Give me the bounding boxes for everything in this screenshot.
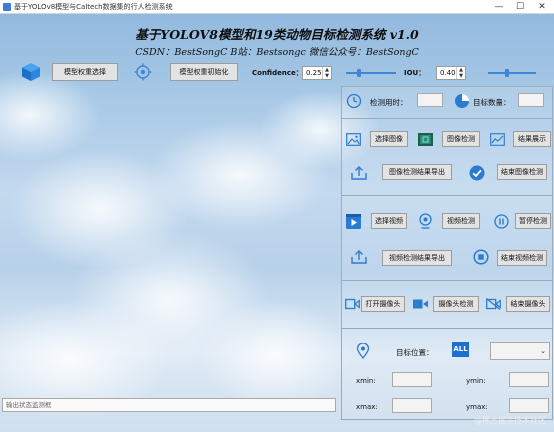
clock-icon [346,93,362,109]
window-title: 基于YOLOv8模型与Caltech数据集的行人检测系统 [14,3,173,11]
init-weights-button[interactable]: 模型权重初始化 [170,63,238,81]
pie-chart-icon [455,94,469,108]
select-video-button[interactable]: 选择视频 [371,213,407,229]
xmax-field [392,398,432,413]
ymax-field [509,398,549,413]
spin-arrows-icon[interactable]: ▲ ▼ [456,67,465,79]
confidence-slider[interactable] [346,69,396,77]
close-camera-button[interactable]: 结束摄像头 [506,296,550,312]
export-video-result-button[interactable]: 视频检测结果导出 [382,250,452,266]
video-file-icon [346,214,361,229]
webcam-icon [419,213,432,229]
select-weights-button[interactable]: 模型权重选择 [52,63,118,81]
xmax-label: xmax: [356,403,378,411]
cloud-decoration [150,120,330,230]
title-bar: 基于YOLOv8模型与Caltech数据集的行人检测系统 — ☐ ✕ [0,0,554,14]
open-camera-button[interactable]: 打开摄像头 [361,296,405,312]
confidence-spinbox[interactable]: 0.25 ▲ ▼ [302,66,332,80]
status-output-box[interactable]: 输出状态监测框 [2,398,336,412]
target-select-dropdown[interactable]: ⌄ [490,342,550,360]
pause-detect-button[interactable]: 暂停检测 [515,213,551,229]
video-camera-icon [345,298,360,310]
line-chart-icon [490,133,505,146]
slider-handle[interactable] [356,69,361,77]
iou-value: 0.40 [440,69,456,77]
stop-video-detect-button[interactable]: 结束视频检测 [497,250,547,266]
export-image-result-button[interactable]: 图像检测结果导出 [382,164,452,180]
all-badge-icon: ALL [452,342,469,357]
target-count-label: 目标数量： [473,98,511,107]
confidence-label: Confidence： [252,69,303,77]
pause-icon [494,214,509,229]
ymax-label: ymax: [466,403,488,411]
minimize-button[interactable]: — [488,0,510,14]
close-button[interactable]: ✕ [531,0,553,14]
cloud-decoration [10,150,190,270]
page-subtitle: CSDN：BestSongC B站：Bestsongc 微信公众号：BestSo… [135,47,419,58]
ymin-field [509,372,549,387]
page-title: 基于YOLOV8模型和19类动物目标检测系统 v1.0 [135,27,419,42]
maximize-button[interactable]: ☐ [509,0,531,14]
watermark-text: @稀土掘金技术社区 [474,416,546,425]
check-circle-icon [469,165,485,181]
slider-handle[interactable] [505,69,510,77]
stop-circle-icon [473,249,489,265]
target-settings-icon [134,63,152,81]
camera-off-icon [486,298,501,310]
video-detect-button[interactable]: 视频检测 [442,213,480,229]
cloud-decoration [70,230,270,370]
image-detect-button[interactable]: 图像检测 [442,131,480,147]
detect-time-field [417,93,443,107]
select-image-button[interactable]: 选择图像 [370,131,408,147]
iou-label: IOU： [404,69,426,77]
xmin-label: xmin: [356,377,376,385]
xmin-field [392,372,432,387]
image-detect-icon [418,133,433,146]
cube-icon [22,63,40,81]
camera-detect-button[interactable]: 摄像头检测 [433,296,479,312]
show-result-button[interactable]: 结果展示 [513,131,551,147]
location-pin-icon [356,343,370,359]
stop-image-detect-button[interactable]: 结束图像检测 [497,164,547,180]
app-window: 基于YOLOv8模型与Caltech数据集的行人检测系统 — ☐ ✕ 基于YOL… [0,0,554,432]
spin-arrows-icon[interactable]: ▲ ▼ [322,67,331,79]
iou-slider[interactable] [488,69,536,77]
camera-detect-icon [413,299,428,309]
cloud-decoration [200,300,350,410]
target-count-field [518,93,544,107]
app-icon [3,3,11,11]
upload-icon [351,250,367,264]
cloud-decoration [0,70,100,160]
ymin-label: ymin: [466,377,486,385]
confidence-value: 0.25 [306,69,322,77]
iou-spinbox[interactable]: 0.40 ▲ ▼ [436,66,466,80]
upload-icon [351,166,367,180]
detect-time-label: 检测用时： [370,98,408,107]
video-section [341,196,553,281]
chevron-down-icon[interactable]: ⌄ [540,343,546,359]
target-position-label: 目标位置： [396,348,434,357]
image-icon [346,133,361,146]
